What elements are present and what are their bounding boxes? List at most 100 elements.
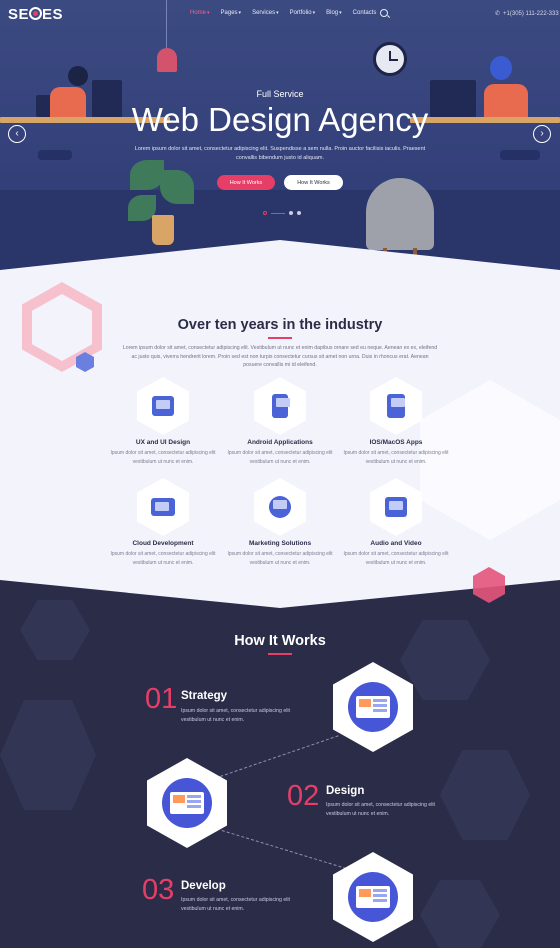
service-title: Audio and Video: [370, 540, 422, 547]
service-text: Ipsum dolor sit amet, consectetur adipis…: [110, 551, 216, 566]
service-hexagon: [254, 478, 306, 536]
step-text: Ipsum dolor sit amet, consectetur adipis…: [326, 802, 435, 817]
service-text: Ipsum dolor sit amet, consectetur adipis…: [343, 450, 449, 465]
service-title: Android Applications: [247, 439, 313, 446]
pie-chart-icon: [269, 496, 291, 518]
slider-dot[interactable]: [297, 211, 301, 215]
step-text: Ipsum dolor sit amet, consectetur adipis…: [181, 708, 290, 723]
slider-dot-active[interactable]: [263, 211, 267, 215]
step-number: 02: [287, 780, 320, 812]
hero-text: Lorem ipsum dolor sit amet, consectetur …: [134, 146, 426, 161]
logo[interactable]: SE ES: [8, 6, 63, 23]
app-store-icon: [387, 394, 405, 418]
hero-title: Web Design Agency: [131, 101, 429, 138]
tools-screen-icon: [356, 886, 390, 908]
nav-blog[interactable]: Blog▾: [326, 10, 342, 16]
service-text: Ipsum dolor sit amet, consectetur adipis…: [343, 551, 449, 566]
services-title: Over ten years in the industry: [177, 317, 383, 333]
chevron-down-icon: ▾: [207, 10, 210, 16]
step-text: Ipsum dolor sit amet, consectetur adipis…: [181, 897, 290, 912]
slider-dot[interactable]: [289, 211, 293, 215]
service-hexagon: [370, 478, 422, 536]
chevron-down-icon: ▾: [312, 10, 316, 16]
phone-number-label: +1(305) 111-222-333: [503, 11, 559, 17]
how-it-works-primary-button[interactable]: How It Works: [217, 175, 275, 190]
how-it-works-title: How It Works: [234, 633, 326, 649]
nav-links: Home▾ Pages▾ Services▾ Portfolio▾ Blog▾ …: [190, 10, 376, 16]
nav-pages[interactable]: Pages▾: [221, 10, 242, 16]
service-hexagon: [137, 478, 189, 536]
service-text: Ipsum dolor sit amet, consectetur adipis…: [227, 551, 333, 566]
step-connector-line: [221, 830, 347, 869]
phone-number[interactable]: ✆ +1(305) 111-222-333: [495, 10, 559, 17]
services-intro-text: Lorem ipsum dolor sit amet, consectetur …: [122, 345, 438, 368]
person-illustration: [490, 56, 512, 80]
strategy-icon: [348, 682, 398, 732]
nav-portfolio[interactable]: Portfolio▾: [290, 10, 316, 16]
service-title: Cloud Development: [132, 540, 194, 547]
hero-subtitle: Full Service: [256, 89, 304, 99]
service-title: UX and UI Design: [135, 439, 191, 446]
monitor-icon: [152, 396, 174, 416]
background-hexagon: [20, 600, 90, 660]
mobile-app-icon: [272, 394, 290, 418]
how-it-works-secondary-button[interactable]: How It Works: [284, 175, 343, 190]
chair-illustration: [38, 150, 72, 160]
design-step-hexagon: [147, 758, 227, 848]
chair-illustration: [366, 178, 434, 250]
develop-icon: [348, 872, 398, 922]
background-hexagon: [400, 620, 490, 700]
step-title: Develop: [181, 880, 226, 892]
nav-contacts-label: Contacts: [352, 10, 377, 16]
step-title: Design: [326, 785, 365, 797]
develop-step-hexagon: [333, 852, 413, 942]
logo-icon: [29, 7, 43, 20]
browser-window-icon: [356, 696, 390, 718]
nav-contacts[interactable]: Contacts: [353, 10, 377, 16]
service-hexagon: [137, 377, 189, 435]
service-hexagon: [370, 377, 422, 435]
nav-home-label: Home: [190, 10, 207, 16]
nav-services-label: Services: [252, 10, 276, 16]
service-hexagon: [254, 377, 306, 435]
nav-blog-label: Blog: [326, 10, 339, 16]
design-screen-icon: [170, 792, 204, 814]
design-icon: [162, 778, 212, 828]
service-title: Marketing Solutions: [248, 540, 312, 547]
background-hexagon: [420, 880, 500, 948]
title-underline: [268, 653, 292, 655]
service-card-cloud[interactable]: Cloud Development Ipsum dolor sit amet, …: [103, 478, 223, 567]
chevron-down-icon: ▾: [276, 10, 279, 16]
background-hexagon: [440, 750, 530, 840]
top-navbar: SE ES Home▾ Pages▾ Services▾ Portfolio▾ B…: [0, 0, 560, 30]
service-card-ios[interactable]: IOS/MacOS Apps Ipsum dolor sit amet, con…: [336, 377, 456, 466]
chair-illustration: [500, 150, 540, 160]
strategy-step-hexagon: [333, 662, 413, 752]
service-text: Ipsum dolor sit amet, consectetur adipis…: [110, 450, 216, 465]
step-connector-line: [220, 735, 339, 777]
step-title: Strategy: [181, 690, 228, 702]
background-hexagon: [0, 700, 96, 810]
slider-progress-line: [271, 212, 285, 214]
nav-home[interactable]: Home▾: [190, 10, 210, 16]
service-text: Ipsum dolor sit amet, consectetur adipis…: [227, 450, 333, 465]
video-icon: [385, 497, 407, 517]
slider-pagination: [263, 211, 301, 215]
clock-illustration: [373, 42, 407, 76]
chevron-down-icon: ▾: [238, 10, 242, 16]
service-card-marketing[interactable]: Marketing Solutions Ipsum dolor sit amet…: [220, 478, 340, 567]
service-card-audio-video[interactable]: Audio and Video Ipsum dolor sit amet, co…: [336, 478, 456, 567]
title-underline: [268, 337, 292, 339]
search-icon[interactable]: [380, 9, 388, 17]
plant-illustration: [160, 170, 194, 204]
service-card-ux-ui[interactable]: UX and UI Design Ipsum dolor sit amet, c…: [103, 377, 223, 466]
service-card-android[interactable]: Android Applications Ipsum dolor sit ame…: [220, 377, 340, 466]
service-title: IOS/MacOS Apps: [369, 439, 423, 446]
plant-pot-illustration: [152, 215, 174, 245]
phone-icon: ✆: [495, 11, 501, 17]
step-number: 03: [142, 874, 175, 906]
nav-services[interactable]: Services▾: [252, 10, 279, 16]
cloud-folder-icon: [151, 498, 175, 516]
chevron-down-icon: ▾: [339, 10, 342, 16]
nav-portfolio-label: Portfolio: [289, 10, 312, 16]
